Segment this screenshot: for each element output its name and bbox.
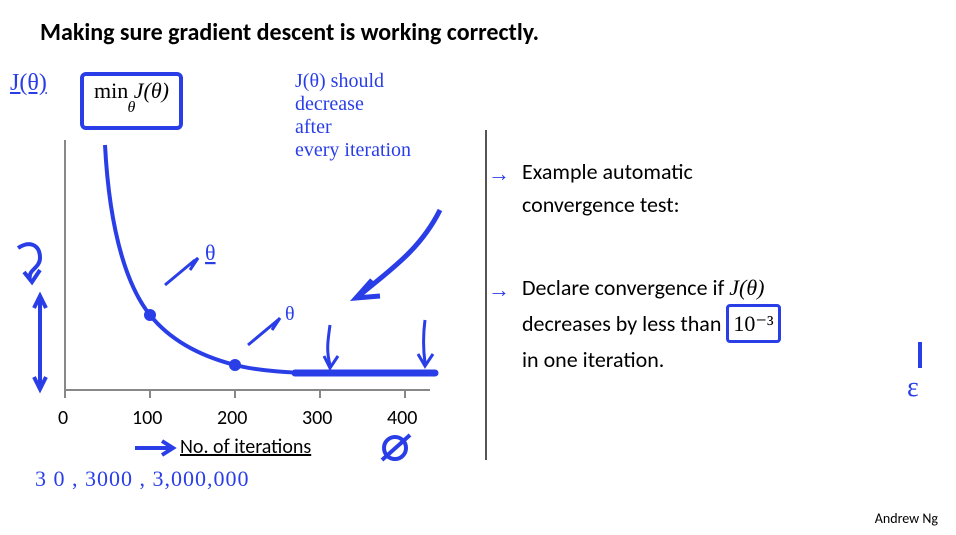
tick-0: 0	[58, 406, 68, 430]
cost-curve	[105, 145, 430, 374]
note-should-decrease: J(θ) should decrease after every iterati…	[295, 70, 485, 162]
marker-200	[229, 359, 241, 371]
declare-convergence-text: → Declare convergence if J(θ) decreases …	[510, 271, 940, 376]
author-credit: Andrew Ng	[875, 510, 938, 527]
note-iteration-scales: 3 0 , 3000 , 3,000,000	[35, 466, 475, 492]
tick-200: 200	[217, 406, 247, 430]
tick-100: 100	[132, 406, 162, 430]
tick-400: 400	[387, 406, 417, 430]
example-test-text: → Example automatic convergence test:	[510, 155, 940, 221]
right-column: → Example automatic convergence test: → …	[510, 155, 940, 426]
arrow-icon-2: →	[488, 273, 510, 306]
theta-mark-2: θ	[285, 303, 295, 325]
epsilon-box: 10⁻³	[726, 304, 780, 343]
page-title: Making sure gradient descent is working …	[40, 18, 539, 47]
epsilon-symbol: ε	[907, 372, 919, 400]
chart-area: min J(θ) θ θ θ	[10, 70, 480, 510]
marker-100	[144, 309, 156, 321]
arrow-icon: →	[488, 157, 510, 190]
tick-300: 300	[302, 406, 332, 430]
epsilon-annotation: ε	[895, 340, 945, 400]
x-axis-label: No. of iterations	[180, 435, 311, 459]
j-theta-inline: J(θ)	[729, 275, 764, 300]
vertical-divider	[485, 130, 487, 460]
theta-mark-1: θ	[205, 240, 216, 265]
down-arrow-icon	[324, 356, 338, 368]
